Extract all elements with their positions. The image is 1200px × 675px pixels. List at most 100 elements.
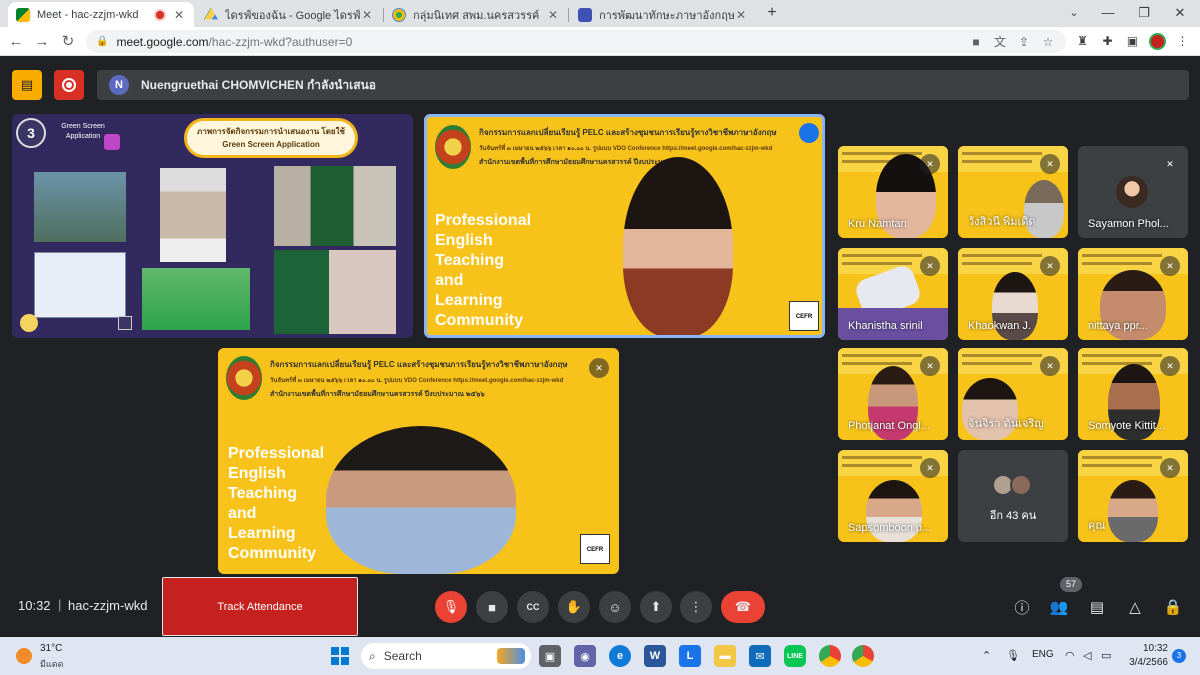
people-icon[interactable]: 👥 [1047, 595, 1071, 619]
taskbar-search[interactable]: ⌕ Search [361, 643, 531, 669]
tab-drive[interactable]: ไดรฟ์ของฉัน - Google ไดรฟ์ ✕ [196, 2, 382, 27]
captions-button[interactable]: CC [517, 591, 549, 623]
clock-date[interactable]: 3/4/2566 [1122, 657, 1168, 668]
chrome-icon[interactable] [819, 645, 841, 667]
mic-off-icon: ✕ [1166, 159, 1174, 169]
profile-avatar-icon[interactable] [1149, 33, 1166, 50]
address-bar[interactable]: 🔒 meet.google.com /hac-zzjm-wkd?authuser… [86, 30, 1066, 53]
leave-call-button[interactable]: ☎ [721, 591, 765, 623]
side-panel-icon[interactable]: ▣ [1124, 33, 1141, 50]
tab-title: การพัฒนาทักษะภาษาอังกฤษ English [599, 9, 734, 22]
clock-time[interactable]: 10:32 [1128, 643, 1168, 654]
close-tab-icon[interactable]: ✕ [546, 8, 560, 22]
app-l-icon[interactable]: L [679, 645, 701, 667]
participant-tile[interactable]: ✕ Sayamon Phol... [1078, 146, 1188, 238]
bookmark-star-icon[interactable]: ☆ [1040, 34, 1056, 50]
tab-english-skills[interactable]: การพัฒนาทักษะภาษาอังกฤษ English ✕ [570, 2, 756, 27]
mic-off-button[interactable]: 🎙 [435, 591, 467, 623]
speaker-tile-main[interactable]: กิจกรรมการแลกเปลี่ยนเรียนรู้ PELC และสร้… [424, 114, 825, 338]
close-tab-icon[interactable]: ✕ [172, 8, 186, 22]
back-arrow-icon[interactable]: ← [5, 31, 27, 53]
participant-video [1108, 480, 1158, 542]
slide-heading: กิจกรรมการแลกเปลี่ยนเรียนรู้ PELC และสร้… [270, 360, 568, 369]
globe-favicon-icon [392, 7, 406, 22]
close-window-button[interactable]: ✕ [1165, 2, 1195, 24]
step-number: 3 [16, 118, 46, 148]
weather-temperature[interactable]: 31°C [40, 643, 62, 654]
tab-supervision-group[interactable]: กลุ่มนิเทศ สพม.นครสวรรค์ ✕ [384, 2, 568, 27]
speaking-indicator-icon [799, 123, 819, 143]
weather-sun-icon[interactable] [16, 648, 32, 664]
language-indicator[interactable]: ENG [1032, 649, 1054, 660]
forward-arrow-icon[interactable]: → [31, 31, 53, 53]
participant-name: Photjanat Ongl... [848, 420, 930, 432]
participant-tile[interactable]: ✕ จันจิรา ตันเจริญ [958, 348, 1068, 440]
participant-tile[interactable]: ✕ Somyote Kittit... [1078, 348, 1188, 440]
activity-photo [274, 250, 396, 334]
mic-off-icon: ✕ [1040, 356, 1060, 376]
meeting-code: hac-zzjm-wkd [68, 598, 148, 613]
tab-meet[interactable]: Meet - hac-zzjm-wkd ✕ [8, 2, 194, 27]
new-tab-button[interactable]: + [757, 2, 787, 24]
translate-icon[interactable]: 文 [992, 34, 1008, 50]
show-hidden-icons-icon[interactable]: ⌃ [982, 649, 991, 662]
line-app-icon[interactable]: LINE [784, 645, 806, 667]
participant-tile-self[interactable]: ✕ คุณ [1078, 450, 1188, 542]
mail-icon[interactable]: ✉ [749, 645, 771, 667]
extension-avatar-icon[interactable]: ♜ [1074, 33, 1091, 50]
reactions-button[interactable]: ☺ [599, 591, 631, 623]
track-attendance-button[interactable]: Track Attendance [162, 577, 358, 636]
stop-presenting-icon[interactable]: ▤ [12, 70, 42, 100]
edge-browser-icon[interactable]: e [609, 645, 631, 667]
minimize-button[interactable]: — [1093, 2, 1123, 24]
chrome-profile-icon[interactable] [852, 645, 874, 667]
camera-button[interactable]: ■ [476, 591, 508, 623]
participant-tile[interactable]: ✕ วังสิวนี พิมเดิด [958, 146, 1068, 238]
address-toolbar: ← → ↻ 🔒 meet.google.com /hac-zzjm-wkd?au… [0, 27, 1200, 56]
present-screen-button[interactable]: ⬆ [640, 591, 672, 623]
participant-tile[interactable]: ✕ Kru Namtan [838, 146, 948, 238]
share-icon[interactable]: ⇪ [1016, 34, 1032, 50]
extensions-puzzle-icon[interactable]: ✚ [1099, 33, 1116, 50]
more-participants-tile[interactable]: อีก 43 คน [958, 450, 1068, 542]
word-icon[interactable]: W [644, 645, 666, 667]
participant-tile[interactable]: ✕ nittaya ppr... [1078, 248, 1188, 340]
slide-subheading: วันจันทร์ที่ ๓ เมษายน ๒๕๖๖ เวลา ๑๐.๐๐ น.… [270, 378, 564, 384]
mic-off-icon: ✕ [1040, 154, 1060, 174]
raise-hand-button[interactable]: ✋ [558, 591, 590, 623]
forms-favicon-icon [578, 7, 592, 22]
participant-tile[interactable]: ✕ Sapsomboon p... [838, 450, 948, 542]
activity-photo [142, 268, 250, 330]
battery-icon[interactable]: ▭ [1101, 649, 1111, 662]
chat-icon[interactable]: ▤ [1085, 595, 1109, 619]
participant-tile[interactable]: ✕ Khanistha srinil [838, 248, 948, 340]
volume-icon[interactable]: ◁ [1083, 649, 1091, 662]
search-label: Search [383, 649, 422, 663]
close-tab-icon[interactable]: ✕ [360, 8, 374, 22]
reload-icon[interactable]: ↻ [57, 31, 79, 53]
chrome-menu-icon[interactable]: ⋮ [1174, 33, 1191, 50]
activities-icon[interactable]: △ [1123, 595, 1147, 619]
record-icon[interactable] [54, 70, 84, 100]
task-view-icon[interactable]: ▣ [539, 645, 561, 667]
more-options-button[interactable]: ⋮ [680, 591, 712, 623]
teams-chat-icon[interactable]: ◉ [574, 645, 596, 667]
presentation-tile[interactable]: 3 Green Screen Application ภาพการจัดกิจก… [12, 114, 413, 338]
emoji-icon [20, 314, 38, 332]
notification-badge[interactable]: 3 [1172, 649, 1186, 663]
close-tab-icon[interactable]: ✕ [734, 8, 748, 22]
windows-start-icon[interactable] [331, 647, 349, 665]
presenter-status: Nuengruethai CHOMVICHEN กำลังนำเสนอ [141, 77, 377, 92]
slide-office: สำนักงานเขตพื้นที่การศึกษามัธยมศึกษานครส… [270, 391, 485, 398]
meeting-info-icon[interactable]: ⓘ [1010, 595, 1034, 619]
camera-indicator-icon[interactable]: ■ [968, 34, 984, 50]
speaker-tile-secondary[interactable]: กิจกรรมการแลกเปลี่ยนเรียนรู้ PELC และสร้… [218, 348, 619, 574]
tab-search-chevron-icon[interactable]: ⌄ [1059, 2, 1089, 24]
participant-tile[interactable]: ✕ Photjanat Ongl... [838, 348, 948, 440]
maximize-button[interactable]: ❐ [1129, 2, 1159, 24]
file-explorer-icon[interactable]: ▬ [714, 645, 736, 667]
host-controls-lock-icon[interactable]: 🔒 [1161, 595, 1185, 619]
participant-tile[interactable]: ✕ Khaokwan J. [958, 248, 1068, 340]
microphone-icon[interactable]: 🎙 [1006, 649, 1020, 662]
wifi-icon[interactable]: ◠ [1065, 649, 1075, 662]
